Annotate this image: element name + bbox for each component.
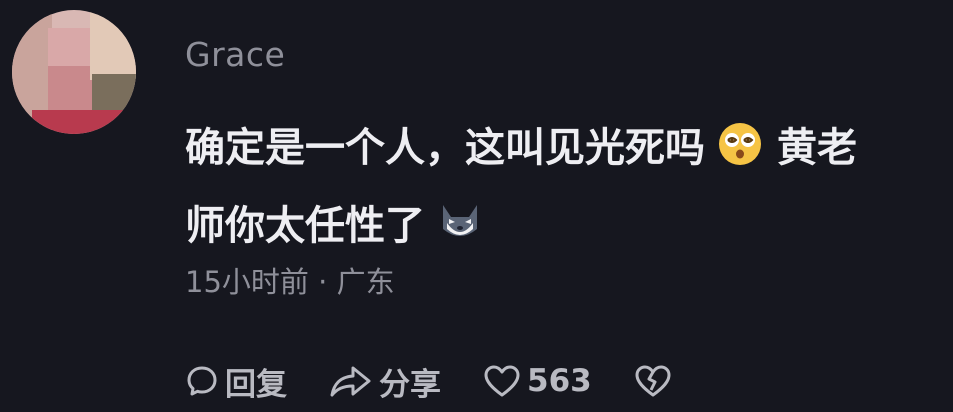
comment-text-line-2: 师你太任性了 bbox=[185, 190, 947, 268]
timestamp: 15小时前 bbox=[185, 265, 309, 299]
dislike-button[interactable] bbox=[634, 364, 672, 398]
like-count: 563 bbox=[527, 363, 592, 399]
reply-label: 回复 bbox=[225, 366, 287, 403]
like-button[interactable]: 563 bbox=[483, 363, 592, 399]
chat-bubble-icon bbox=[185, 364, 219, 398]
location: 广东 bbox=[336, 265, 395, 299]
comment-text-line-1: 确定是一个人，这叫见光死吗 黄老 bbox=[185, 112, 947, 190]
wolf-emoji-icon bbox=[437, 196, 483, 268]
share-label: 分享 bbox=[379, 366, 441, 403]
share-arrow-icon bbox=[329, 364, 373, 398]
comment-text: 确定是一个人，这叫见光死吗 黄老 师你太任性了 bbox=[185, 112, 947, 268]
meta-separator: · bbox=[308, 265, 337, 299]
comment-text-segment: 黄老 bbox=[777, 125, 857, 171]
heart-icon bbox=[483, 364, 521, 398]
dizzy-face-emoji-icon bbox=[717, 118, 763, 190]
username[interactable]: Grace bbox=[185, 33, 285, 77]
comment-text-segment: 师你太任性了 bbox=[185, 203, 425, 249]
broken-heart-icon bbox=[634, 364, 672, 398]
comment-meta: 15小时前 · 广东 bbox=[185, 262, 395, 302]
comment-text-segment: 确定是一个人，这叫见光死吗 bbox=[185, 125, 705, 171]
reply-button[interactable]: 回复 bbox=[185, 359, 287, 404]
avatar[interactable] bbox=[12, 10, 136, 134]
comment-item: Grace 确定是一个人，这叫见光死吗 黄老 师你太任性了 15小时前 · 广东 … bbox=[0, 0, 953, 412]
share-button[interactable]: 分享 bbox=[329, 359, 441, 404]
action-bar: 回复 分享 563 bbox=[185, 358, 714, 404]
